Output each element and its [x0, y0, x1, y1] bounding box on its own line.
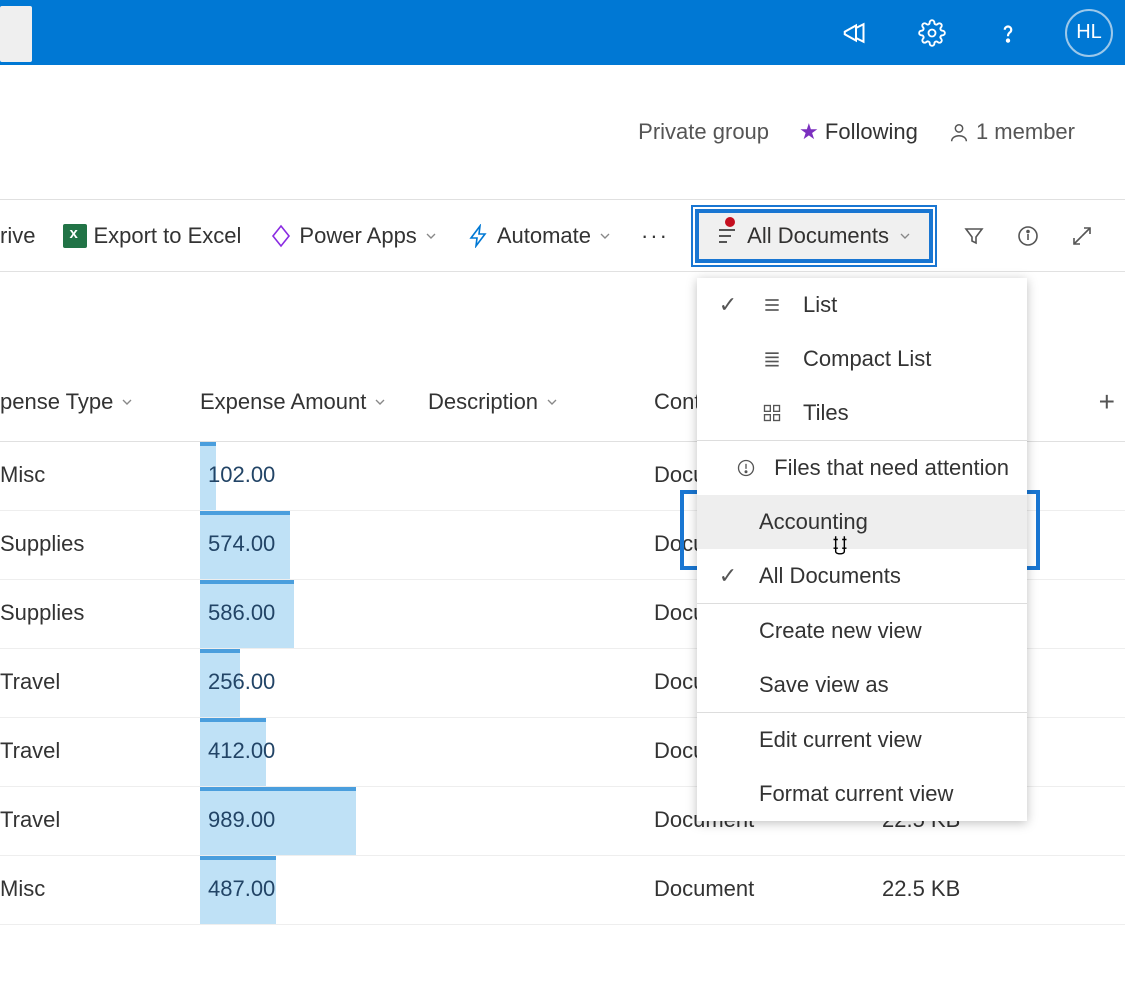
- info-icon[interactable]: [1015, 223, 1041, 249]
- amount-value: 487.00: [208, 876, 275, 902]
- chevron-down-icon: [423, 228, 439, 244]
- command-bar-left: rive Export to Excel Power Apps Automate…: [0, 223, 669, 249]
- app-header: HL: [0, 0, 1125, 65]
- chevron-down-icon: [372, 394, 388, 410]
- compact-list-icon: [759, 349, 785, 369]
- check-icon: ✓: [715, 563, 741, 589]
- excel-icon: [63, 224, 87, 248]
- dd-create-view[interactable]: Create new view: [697, 603, 1027, 658]
- amount-value: 102.00: [208, 462, 275, 488]
- cmd-automate-label: Automate: [497, 223, 591, 249]
- cell-expense-type: Supplies: [0, 531, 84, 557]
- amount-value: 574.00: [208, 531, 275, 557]
- help-icon[interactable]: [989, 14, 1027, 52]
- dd-edit-view[interactable]: Edit current view: [697, 712, 1027, 767]
- add-column-button[interactable]: +: [1099, 386, 1115, 418]
- amount-value: 256.00: [208, 669, 275, 695]
- chevron-down-icon: [597, 228, 613, 244]
- amount-value: 989.00: [208, 807, 275, 833]
- cmd-powerapps-label: Power Apps: [299, 223, 416, 249]
- tiles-icon: [759, 403, 785, 423]
- cell-expense-amount: 487.00: [200, 856, 400, 924]
- cmd-powerapps[interactable]: Power Apps: [269, 223, 438, 249]
- dd-view-compact[interactable]: Compact List: [697, 332, 1027, 386]
- dd-view-all-documents[interactable]: ✓ All Documents: [697, 549, 1027, 603]
- member-count[interactable]: 1 member: [948, 119, 1075, 145]
- cmd-export-label: Export to Excel: [93, 223, 241, 249]
- list-icon: [759, 295, 785, 315]
- cell-content-type: Document: [654, 876, 754, 902]
- chevron-down-icon: [119, 394, 135, 410]
- megaphone-icon[interactable]: [837, 14, 875, 52]
- window-placeholder: [0, 6, 32, 62]
- cell-expense-amount: 574.00: [200, 511, 400, 579]
- cell-expense-amount: 586.00: [200, 580, 400, 648]
- amount-value: 412.00: [208, 738, 275, 764]
- cursor-icon: [827, 531, 853, 568]
- command-bar: rive Export to Excel Power Apps Automate…: [0, 200, 1125, 272]
- powerapps-icon: [269, 224, 293, 248]
- cell-expense-type: Travel: [0, 807, 60, 833]
- cell-expense-type: Misc: [0, 876, 45, 902]
- cell-expense-amount: 256.00: [200, 649, 400, 717]
- header-right: HL: [837, 9, 1113, 57]
- dd-save-view-as[interactable]: Save view as: [697, 658, 1027, 712]
- group-info-row: Private group ★ Following 1 member: [0, 65, 1125, 200]
- member-count-label: 1 member: [976, 119, 1075, 144]
- cmd-drive[interactable]: rive: [0, 223, 35, 249]
- list-icon: [715, 224, 739, 248]
- cell-expense-amount: 989.00: [200, 787, 400, 855]
- cell-expense-type: Supplies: [0, 600, 84, 626]
- command-bar-right: All Documents: [695, 209, 1095, 263]
- colhdr-expense-amount[interactable]: Expense Amount: [200, 389, 388, 415]
- attention-icon: [736, 458, 756, 478]
- cell-expense-amount: 102.00: [200, 442, 400, 510]
- unsaved-indicator-icon: [725, 217, 735, 227]
- cmd-export-excel[interactable]: Export to Excel: [63, 223, 241, 249]
- gear-icon[interactable]: [913, 14, 951, 52]
- filter-icon[interactable]: [961, 223, 987, 249]
- following-indicator[interactable]: ★ Following: [799, 119, 918, 145]
- cell-expense-type: Misc: [0, 462, 45, 488]
- avatar[interactable]: HL: [1065, 9, 1113, 57]
- expand-icon[interactable]: [1069, 223, 1095, 249]
- automate-icon: [467, 224, 491, 248]
- amount-value: 586.00: [208, 600, 275, 626]
- view-dropdown: ✓ List Compact List Tiles Files that nee…: [697, 278, 1027, 821]
- dd-files-attention[interactable]: Files that need attention: [697, 440, 1027, 495]
- cell-expense-type: Travel: [0, 669, 60, 695]
- group-privacy: Private group: [638, 119, 769, 145]
- cmd-more[interactable]: ···: [641, 223, 669, 249]
- person-icon: [948, 122, 970, 144]
- avatar-initials: HL: [1076, 21, 1102, 44]
- chevron-down-icon: [897, 228, 913, 244]
- cell-expense-amount: 412.00: [200, 718, 400, 786]
- cell-file-size: 22.5 KB: [882, 876, 960, 902]
- table-row[interactable]: Misc 487.00 Document 22.5 KB: [0, 856, 1125, 925]
- dd-format-view[interactable]: Format current view: [697, 767, 1027, 821]
- colhdr-description[interactable]: Description: [428, 389, 560, 415]
- view-selector[interactable]: All Documents: [695, 209, 933, 263]
- view-selector-label: All Documents: [747, 223, 889, 249]
- check-icon: ✓: [715, 292, 741, 318]
- colhdr-expense-type[interactable]: pense Type: [0, 389, 135, 415]
- chevron-down-icon: [544, 394, 560, 410]
- star-icon: ★: [799, 119, 819, 144]
- dd-view-accounting[interactable]: Accounting: [697, 495, 1027, 549]
- following-label: Following: [825, 119, 918, 144]
- dd-view-tiles[interactable]: Tiles: [697, 386, 1027, 440]
- cell-expense-type: Travel: [0, 738, 60, 764]
- colhdr-content[interactable]: Cont: [654, 389, 700, 415]
- header-left: [0, 3, 32, 62]
- dd-view-list[interactable]: ✓ List: [697, 278, 1027, 332]
- cmd-automate[interactable]: Automate: [467, 223, 613, 249]
